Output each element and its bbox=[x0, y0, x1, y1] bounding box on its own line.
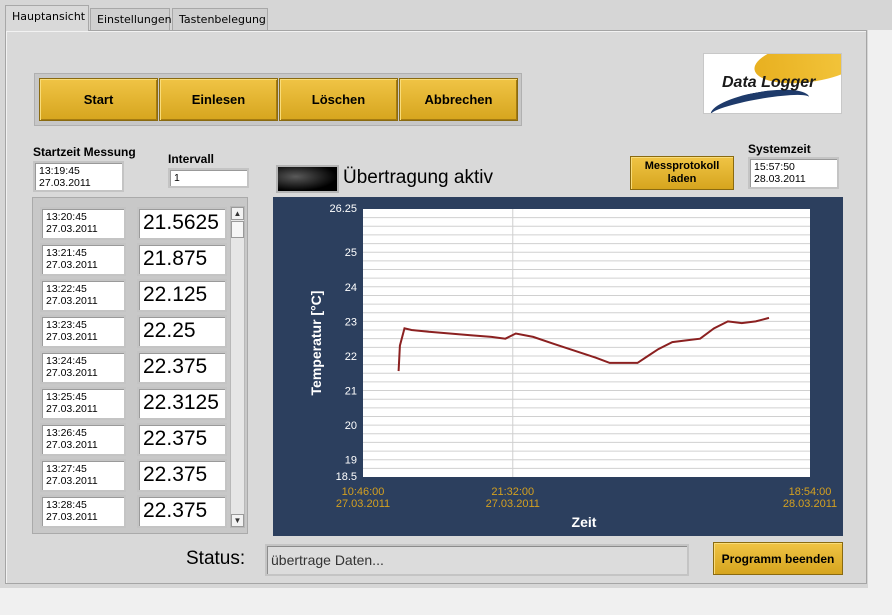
y-tick-label: 20 bbox=[345, 420, 357, 432]
plot-area[interactable] bbox=[363, 209, 810, 477]
measurement-date-text: 27.03.2011 bbox=[46, 475, 98, 487]
list-scrollbar[interactable]: ▲ ▼ bbox=[230, 206, 245, 528]
y-tick-label: 18.5 bbox=[336, 471, 357, 483]
abbrechen-button[interactable]: Abbrechen bbox=[399, 78, 518, 121]
data-logger-logo: Data Logger bbox=[703, 53, 842, 114]
programm-beenden-button[interactable]: Programm beenden bbox=[713, 542, 843, 575]
systemzeit-time: 15:57:50 bbox=[754, 161, 795, 173]
measurement-time-0: 13:20:45 27.03.2011 bbox=[40, 207, 126, 240]
status-field: übertrage Daten... bbox=[265, 544, 689, 576]
measurement-date-text: 27.03.2011 bbox=[46, 223, 98, 235]
y-tick-label: 26.25 bbox=[329, 203, 357, 215]
messprotokoll-line2: laden bbox=[667, 173, 697, 185]
measurement-list: ▲ ▼ 13:20:45 27.03.2011 21.5625 13:21:45 27.… bbox=[32, 197, 248, 534]
measurement-value-8: 22.375 bbox=[137, 495, 227, 528]
x-tick-label-time: 18:54:00 bbox=[789, 486, 832, 498]
tab-hauptansicht[interactable]: Hauptansicht bbox=[5, 5, 89, 31]
logo-text: Data Logger bbox=[722, 74, 816, 91]
y-axis-label: Temperatur [°C] bbox=[308, 291, 324, 396]
measurement-value-3: 22.25 bbox=[137, 315, 227, 348]
y-tick-label: 25 bbox=[345, 247, 357, 259]
messprotokoll-line1: Messprotokoll bbox=[644, 160, 720, 172]
start-button[interactable]: Start bbox=[39, 78, 158, 121]
intervall-label: Intervall bbox=[168, 152, 215, 166]
measurement-time-text: 13:28:45 bbox=[46, 499, 87, 511]
measurement-date-text: 27.03.2011 bbox=[46, 259, 98, 271]
measurement-time-text: 13:20:45 bbox=[46, 211, 87, 223]
measurement-time-5: 13:25:45 27.03.2011 bbox=[40, 387, 126, 420]
measurement-value-4: 22.375 bbox=[137, 351, 227, 384]
uebertragung-led bbox=[276, 165, 339, 193]
intervall-input[interactable]: 1 bbox=[168, 168, 249, 188]
measurement-time-1: 13:21:45 27.03.2011 bbox=[40, 243, 126, 276]
x-axis-label: Zeit bbox=[572, 514, 597, 530]
uebertragung-label: Übertragung aktiv bbox=[343, 167, 493, 188]
tab-einstellungen[interactable]: Einstellungen bbox=[90, 8, 172, 30]
measurement-time-text: 13:25:45 bbox=[46, 391, 87, 403]
measurement-value-6: 22.375 bbox=[137, 423, 227, 456]
scroll-up-icon[interactable]: ▲ bbox=[231, 207, 244, 220]
measurement-value-7: 22.375 bbox=[137, 459, 227, 492]
einlesen-button[interactable]: Einlesen bbox=[159, 78, 278, 121]
y-tick-label: 24 bbox=[345, 282, 357, 294]
measurement-time-7: 13:27:45 27.03.2011 bbox=[40, 459, 126, 492]
measurement-time-text: 13:26:45 bbox=[46, 427, 87, 439]
messprotokoll-laden-button[interactable]: Messprotokoll laden bbox=[630, 156, 734, 190]
systemzeit-label: Systemzeit bbox=[748, 142, 811, 156]
measurement-time-text: 13:24:45 bbox=[46, 355, 87, 367]
x-tick-label-time: 10:46:00 bbox=[342, 486, 385, 498]
measurement-date-text: 27.03.2011 bbox=[46, 367, 98, 379]
measurement-time-2: 13:22:45 27.03.2011 bbox=[40, 279, 126, 312]
measurement-time-8: 13:28:45 27.03.2011 bbox=[40, 495, 126, 528]
systemzeit-field: 15:57:50 28.03.2011 bbox=[748, 157, 839, 189]
measurement-date-text: 27.03.2011 bbox=[46, 295, 98, 307]
x-tick-label-date: 27.03.2011 bbox=[336, 498, 390, 510]
y-tick-label: 21 bbox=[345, 386, 357, 398]
y-tick-label: 19 bbox=[345, 455, 357, 467]
y-tick-label: 22 bbox=[345, 351, 357, 363]
systemzeit-date: 28.03.2011 bbox=[754, 173, 806, 185]
measurement-value-2: 22.125 bbox=[137, 279, 227, 312]
startzeit-date: 27.03.2011 bbox=[39, 177, 91, 189]
x-tick-label-time: 21:32:00 bbox=[491, 486, 534, 498]
measurement-date-text: 27.03.2011 bbox=[46, 511, 98, 523]
measurement-time-text: 13:21:45 bbox=[46, 247, 87, 259]
measurement-time-6: 13:26:45 27.03.2011 bbox=[40, 423, 126, 456]
scroll-down-icon[interactable]: ▼ bbox=[231, 514, 244, 527]
measurement-time-text: 13:23:45 bbox=[46, 319, 87, 331]
startzeit-label: Startzeit Messung bbox=[33, 145, 136, 159]
measurement-value-5: 22.3125 bbox=[137, 387, 227, 420]
measurement-date-text: 27.03.2011 bbox=[46, 403, 98, 415]
loeschen-button[interactable]: Löschen bbox=[279, 78, 398, 121]
startzeit-field[interactable]: 13:19:45 27.03.2011 bbox=[33, 161, 124, 192]
temperature-chart: 26.252524232221201918.5 10:46:0027.03.20… bbox=[273, 197, 843, 536]
tab-tastenbelegung[interactable]: Tastenbelegung bbox=[172, 8, 268, 30]
button-bar: Start Einlesen Löschen Abbrechen bbox=[34, 73, 522, 126]
measurement-value-0: 21.5625 bbox=[137, 207, 227, 240]
measurement-time-text: 13:22:45 bbox=[46, 283, 87, 295]
x-tick-label-date: 27.03.2011 bbox=[486, 498, 540, 510]
measurement-time-4: 13:24:45 27.03.2011 bbox=[40, 351, 126, 384]
status-label: Status: bbox=[186, 548, 246, 569]
measurement-value-1: 21.875 bbox=[137, 243, 227, 276]
measurement-time-text: 13:27:45 bbox=[46, 463, 87, 475]
scroll-thumb[interactable] bbox=[231, 221, 244, 238]
measurement-date-text: 27.03.2011 bbox=[46, 439, 98, 451]
x-tick-label-date: 28.03.2011 bbox=[783, 498, 837, 510]
measurement-time-3: 13:23:45 27.03.2011 bbox=[40, 315, 126, 348]
measurement-date-text: 27.03.2011 bbox=[46, 331, 98, 343]
startzeit-time: 13:19:45 bbox=[39, 165, 80, 177]
y-tick-label: 23 bbox=[345, 316, 357, 328]
